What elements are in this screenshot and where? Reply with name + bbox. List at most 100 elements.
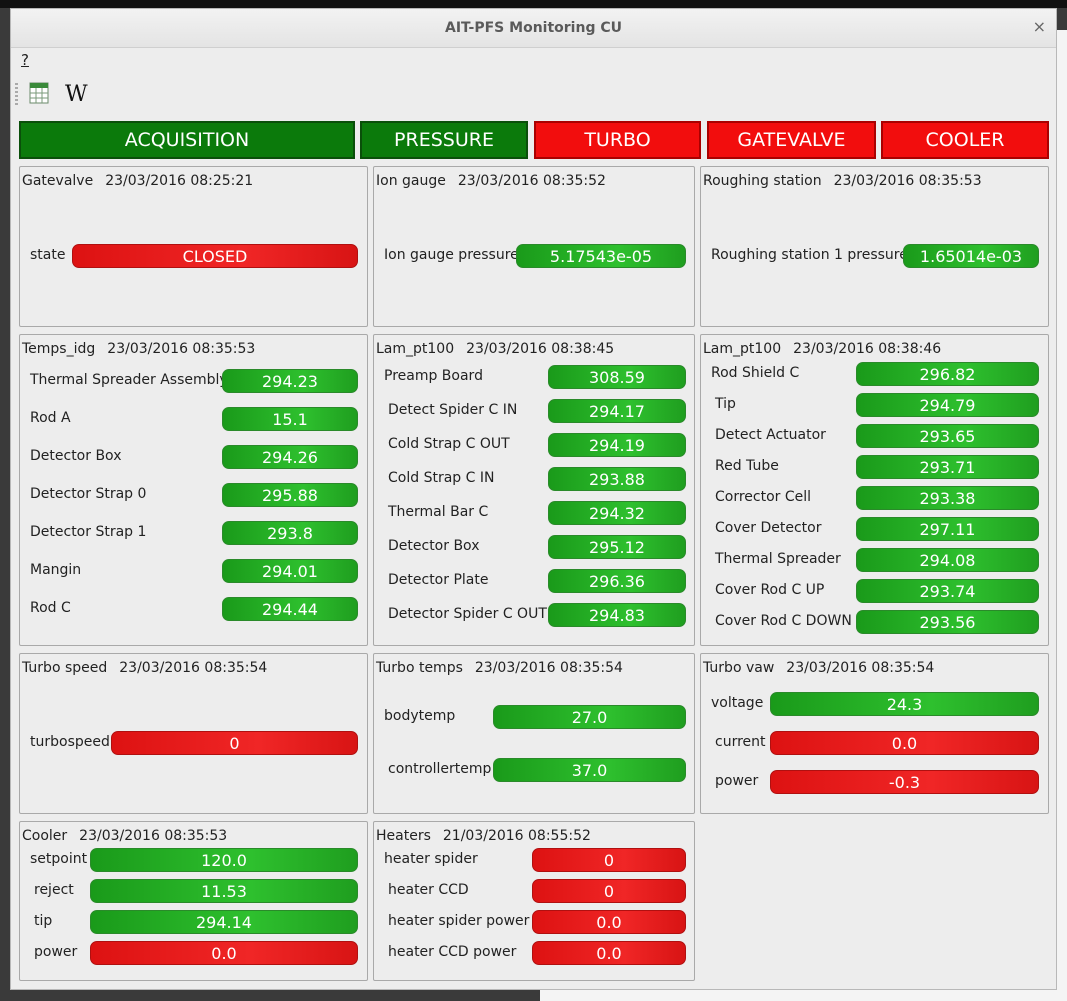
row-label: Detect Spider C IN [388,402,518,418]
value-indicator: 11.53 [90,879,358,903]
row-label: power [715,773,759,789]
panel-turbo-temps: Turbo temps 23/03/2016 08:35:54 bodytemp … [373,653,695,814]
panel-timestamp: 21/03/2016 08:55:52 [442,828,591,844]
row-label: Cold Strap C OUT [388,436,510,452]
background-strip [0,0,1067,8]
panel-title: Temps_idg 23/03/2016 08:35:53 [22,341,256,357]
row-label: Detector Strap 1 [30,524,147,540]
row-label: Roughing station 1 pressure [711,247,908,263]
row-label: Detector Plate [388,572,489,588]
panel-lam-pt100-b: Lam_pt100 23/03/2016 08:38:46 Rod Shield … [700,334,1049,646]
acquisition-button[interactable]: ACQUISITION [19,121,355,159]
panel-timestamp: 23/03/2016 08:35:52 [457,173,606,189]
row-label: controllertemp [388,761,492,777]
value-indicator: 293.38 [856,486,1039,510]
panel-timestamp: 23/03/2016 08:35:54 [786,660,935,676]
panel-ion-gauge: Ion gauge 23/03/2016 08:35:52 Ion gauge p… [373,166,695,327]
value-indicator: 15.1 [222,407,358,431]
value-indicator: 296.82 [856,362,1039,386]
row-label: Mangin [30,562,82,578]
row-label: Cold Strap C IN [388,470,495,486]
value-indicator: 294.44 [222,597,358,621]
panel-gatevalve: Gatevalve 23/03/2016 08:25:21 state CLOSE… [19,166,368,327]
value-indicator: 294.79 [856,393,1039,417]
row-label: heater CCD power [388,944,517,960]
row-label: Rod C [30,600,71,616]
value-indicator: 294.19 [548,433,686,457]
row-label: Red Tube [715,458,779,474]
row-label: Detector Box [388,538,480,554]
panel-title: Roughing station 23/03/2016 08:35:53 [703,173,982,189]
panel-cooler: Cooler 23/03/2016 08:35:53 setpoint 120.0 r… [19,821,368,981]
value-indicator: 293.74 [856,579,1039,603]
panel-title: Ion gauge 23/03/2016 08:35:52 [376,173,606,189]
panel-timestamp: 23/03/2016 08:38:46 [793,341,942,357]
row-label: reject [34,882,74,898]
value-indicator: -0.3 [770,770,1039,794]
row-label: Tip [715,396,736,412]
row-label: Cover Detector [715,520,822,536]
row-label: Thermal Spreader Assembly [30,372,228,388]
panel-timestamp: 23/03/2016 08:35:53 [833,173,982,189]
panel-title: Heaters 21/03/2016 08:55:52 [376,828,591,844]
value-indicator: 5.17543e-05 [516,244,686,268]
value-indicator: 293.56 [856,610,1039,634]
panel-roughing-station: Roughing station 23/03/2016 08:35:53 Roug… [700,166,1049,327]
value-indicator: 0.0 [532,910,686,934]
monitoring-window: AIT-PFS Monitoring CU × ? W ACQUISITION … [10,8,1057,990]
wiki-icon[interactable]: W [65,82,88,107]
value-indicator: 294.17 [548,399,686,423]
value-indicator: 0.0 [770,731,1039,755]
value-indicator: 295.88 [222,483,358,507]
turbo-button[interactable]: TURBO [534,121,701,159]
cooler-button[interactable]: COOLER [881,121,1049,159]
value-indicator: 293.65 [856,424,1039,448]
panel-timestamp: 23/03/2016 08:35:54 [474,660,623,676]
panel-temps-idg: Temps_idg 23/03/2016 08:35:53 Thermal Spr… [19,334,368,646]
toolbar-grip-icon[interactable] [15,83,18,105]
row-label: heater CCD [388,882,469,898]
panel-turbo-vaw: Turbo vaw 23/03/2016 08:35:54 voltage 24.… [700,653,1049,814]
row-label: Cover Rod C DOWN [715,613,852,629]
value-indicator: 293.88 [548,467,686,491]
panel-turbo-speed: Turbo speed 23/03/2016 08:35:54 turbospee… [19,653,368,814]
row-label: Thermal Bar C [388,504,489,520]
spreadsheet-icon[interactable] [29,82,49,104]
row-label: heater spider [384,851,478,867]
panel-timestamp: 23/03/2016 08:25:21 [105,173,254,189]
panel-title: Gatevalve 23/03/2016 08:25:21 [22,173,254,189]
row-label: current [715,734,766,750]
row-label: Detector Spider C OUT [388,606,547,622]
panel-timestamp: 23/03/2016 08:35:54 [119,660,268,676]
value-indicator: CLOSED [72,244,358,268]
value-indicator: 24.3 [770,692,1039,716]
row-label: voltage [711,695,764,711]
row-label: Preamp Board [384,368,483,384]
value-indicator: 294.32 [548,501,686,525]
row-label: Ion gauge pressure [384,247,519,263]
pressure-button[interactable]: PRESSURE [360,121,528,159]
close-icon[interactable]: × [1033,17,1046,36]
row-label: Detector Strap 0 [30,486,147,502]
value-indicator: 37.0 [493,758,686,782]
value-indicator: 294.08 [856,548,1039,572]
value-indicator: 308.59 [548,365,686,389]
value-indicator: 293.8 [222,521,358,545]
panel-heaters: Heaters 21/03/2016 08:55:52 heater spider… [373,821,695,981]
value-indicator: 0.0 [532,941,686,965]
row-label: turbospeed [30,734,110,750]
value-indicator: 27.0 [493,705,686,729]
row-label: Detect Actuator [715,427,826,443]
row-label: tip [34,913,53,929]
row-label: state [30,247,66,263]
row-label: Rod Shield C [711,365,800,381]
panel-timestamp: 23/03/2016 08:35:53 [79,828,228,844]
panel-title: Cooler 23/03/2016 08:35:53 [22,828,228,844]
panel-timestamp: 23/03/2016 08:38:45 [466,341,615,357]
gatevalve-button[interactable]: GATEVALVE [707,121,876,159]
row-label: bodytemp [384,708,456,724]
value-indicator: 293.71 [856,455,1039,479]
value-indicator: 120.0 [90,848,358,872]
menu-help[interactable]: ? [21,51,29,69]
value-indicator: 294.23 [222,369,358,393]
